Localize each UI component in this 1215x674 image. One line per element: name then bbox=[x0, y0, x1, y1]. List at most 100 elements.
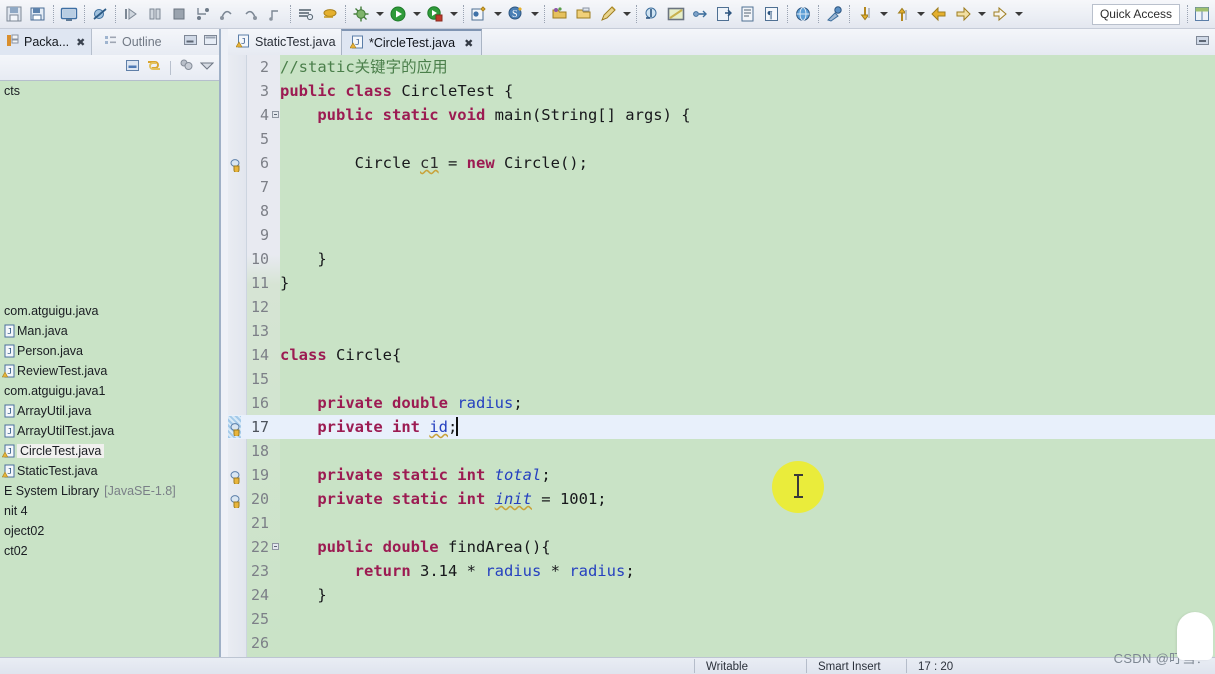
debug-icon[interactable] bbox=[349, 2, 373, 26]
tree-item[interactable] bbox=[0, 201, 221, 221]
coverage-icon[interactable] bbox=[294, 2, 318, 26]
tree-item[interactable]: cts bbox=[0, 81, 221, 101]
tree-item[interactable] bbox=[0, 181, 221, 201]
chevron-down-icon[interactable] bbox=[373, 2, 386, 26]
console-icon[interactable] bbox=[57, 2, 81, 26]
link-with-editor-icon[interactable] bbox=[146, 58, 162, 78]
code-line[interactable]: 12 bbox=[228, 295, 1215, 319]
minimize-icon[interactable] bbox=[184, 32, 197, 50]
maximize-icon[interactable] bbox=[204, 32, 217, 50]
tree-item[interactable]: J ArrayUtil.java bbox=[0, 401, 221, 421]
view-menu-filters-icon[interactable] bbox=[179, 58, 194, 78]
run-icon[interactable] bbox=[386, 2, 410, 26]
step-into-icon[interactable] bbox=[191, 2, 215, 26]
save-icon[interactable] bbox=[2, 2, 26, 26]
code-line[interactable]: 4 public static void main(String[] args)… bbox=[228, 103, 1215, 127]
tree-item[interactable] bbox=[0, 101, 221, 121]
save-all-icon[interactable] bbox=[26, 2, 50, 26]
previous-edit-icon[interactable] bbox=[890, 2, 914, 26]
step-return-icon[interactable] bbox=[239, 2, 263, 26]
code-line[interactable]: 26 bbox=[228, 631, 1215, 655]
chevron-down-icon[interactable] bbox=[491, 2, 504, 26]
chevron-down-icon[interactable] bbox=[914, 2, 927, 26]
back-icon[interactable] bbox=[927, 2, 951, 26]
chevron-down-icon[interactable] bbox=[528, 2, 541, 26]
code-line[interactable]: 7 bbox=[228, 175, 1215, 199]
code-line[interactable]: 10 } bbox=[228, 247, 1215, 271]
terminate-icon[interactable] bbox=[167, 2, 191, 26]
code-line[interactable]: 16 private double radius; bbox=[228, 391, 1215, 415]
tree-item[interactable] bbox=[0, 241, 221, 261]
tree-item[interactable] bbox=[0, 141, 221, 161]
previous-annotation-icon[interactable] bbox=[640, 2, 664, 26]
tree-item[interactable]: com.atguigu.java1 bbox=[0, 381, 221, 401]
tree-item[interactable]: J CircleTest.java bbox=[0, 441, 221, 461]
suspend-icon[interactable] bbox=[143, 2, 167, 26]
chevron-down-icon[interactable] bbox=[1012, 2, 1025, 26]
panel-divider[interactable] bbox=[219, 29, 221, 674]
toggle-markoccurrences-icon[interactable] bbox=[664, 2, 688, 26]
code-line[interactable]: 8 bbox=[228, 199, 1215, 223]
tree-item[interactable]: com.atguigu.java bbox=[0, 301, 221, 321]
tree-item[interactable] bbox=[0, 221, 221, 241]
tree-item[interactable]: J ReviewTest.java bbox=[0, 361, 221, 381]
editor-tab-statictest[interactable]: J StaticTest.java bbox=[228, 29, 344, 55]
code-line[interactable]: 18 bbox=[228, 439, 1215, 463]
fold-toggle-icon[interactable] bbox=[272, 111, 279, 118]
show-whitespace-icon[interactable]: ¶ bbox=[760, 2, 784, 26]
project-tree[interactable]: cts com.atguigu.java J Man.java J Person.java… bbox=[0, 81, 221, 674]
external-tools-icon[interactable] bbox=[822, 2, 846, 26]
code-line[interactable]: 24 } bbox=[228, 583, 1215, 607]
resume-icon[interactable] bbox=[119, 2, 143, 26]
open-type-icon[interactable] bbox=[548, 2, 572, 26]
code-line[interactable]: 5 bbox=[228, 127, 1215, 151]
tree-item[interactable] bbox=[0, 281, 221, 301]
profile-icon[interactable] bbox=[318, 2, 342, 26]
code-line[interactable]: 14 class Circle{ bbox=[228, 343, 1215, 367]
next-page-icon[interactable] bbox=[988, 2, 1012, 26]
code-line[interactable]: 20 private static int init = 1001; bbox=[228, 487, 1215, 511]
toggle-block-selection-icon[interactable] bbox=[736, 2, 760, 26]
code-line[interactable]: 3 public class CircleTest { bbox=[228, 79, 1215, 103]
code-line[interactable]: 9 bbox=[228, 223, 1215, 247]
code-line[interactable]: 23 return 3.14 * radius * radius; bbox=[228, 559, 1215, 583]
open-perspective-icon[interactable] bbox=[1191, 2, 1213, 26]
editor-tab-circletest[interactable]: J *CircleTest.java ✖ bbox=[341, 29, 483, 55]
tab-outline[interactable]: Outline bbox=[98, 29, 168, 55]
code-line[interactable]: 11} bbox=[228, 271, 1215, 295]
forward-icon[interactable] bbox=[951, 2, 975, 26]
open-task-icon[interactable] bbox=[712, 2, 736, 26]
step-over-icon[interactable] bbox=[215, 2, 239, 26]
code-editor[interactable]: 2 //static关键字的应用 3 public class CircleTest … bbox=[228, 55, 1215, 674]
code-line[interactable]: 22 public double findArea(){ bbox=[228, 535, 1215, 559]
tree-item[interactable]: J Person.java bbox=[0, 341, 221, 361]
tree-item[interactable] bbox=[0, 121, 221, 141]
tree-item[interactable]: J ArrayUtilTest.java bbox=[0, 421, 221, 441]
chevron-down-icon[interactable] bbox=[620, 2, 633, 26]
tree-item[interactable]: J StaticTest.java bbox=[0, 461, 221, 481]
tree-item[interactable] bbox=[0, 261, 221, 281]
tab-package-explorer[interactable]: Packa... ✖ bbox=[0, 29, 93, 55]
tree-item[interactable]: E System Library [JavaSE-1.8] bbox=[0, 481, 221, 501]
tree-item[interactable] bbox=[0, 161, 221, 181]
tree-item[interactable]: J Man.java bbox=[0, 321, 221, 341]
chevron-down-icon[interactable] bbox=[447, 2, 460, 26]
chevron-down-icon[interactable] bbox=[877, 2, 890, 26]
tree-item[interactable]: ct02 bbox=[0, 541, 221, 561]
code-line[interactable]: 19 private static int total; bbox=[228, 463, 1215, 487]
fold-toggle-icon[interactable] bbox=[272, 543, 279, 550]
pencil-icon[interactable] bbox=[596, 2, 620, 26]
skip-breakpoints-icon[interactable] bbox=[88, 2, 112, 26]
tree-item[interactable]: oject02 bbox=[0, 521, 221, 541]
tree-item[interactable]: nit 4 bbox=[0, 501, 221, 521]
minimize-icon[interactable] bbox=[1196, 36, 1209, 45]
code-line[interactable]: 21 bbox=[228, 511, 1215, 535]
new-java-project-icon[interactable] bbox=[467, 2, 491, 26]
view-menu-icon[interactable] bbox=[199, 59, 215, 77]
search-icon[interactable]: S bbox=[504, 2, 528, 26]
link-icon[interactable] bbox=[688, 2, 712, 26]
chevron-down-icon[interactable] bbox=[410, 2, 423, 26]
close-icon[interactable]: ✖ bbox=[76, 36, 85, 49]
chevron-down-icon[interactable] bbox=[975, 2, 988, 26]
open-resource-icon[interactable] bbox=[572, 2, 596, 26]
